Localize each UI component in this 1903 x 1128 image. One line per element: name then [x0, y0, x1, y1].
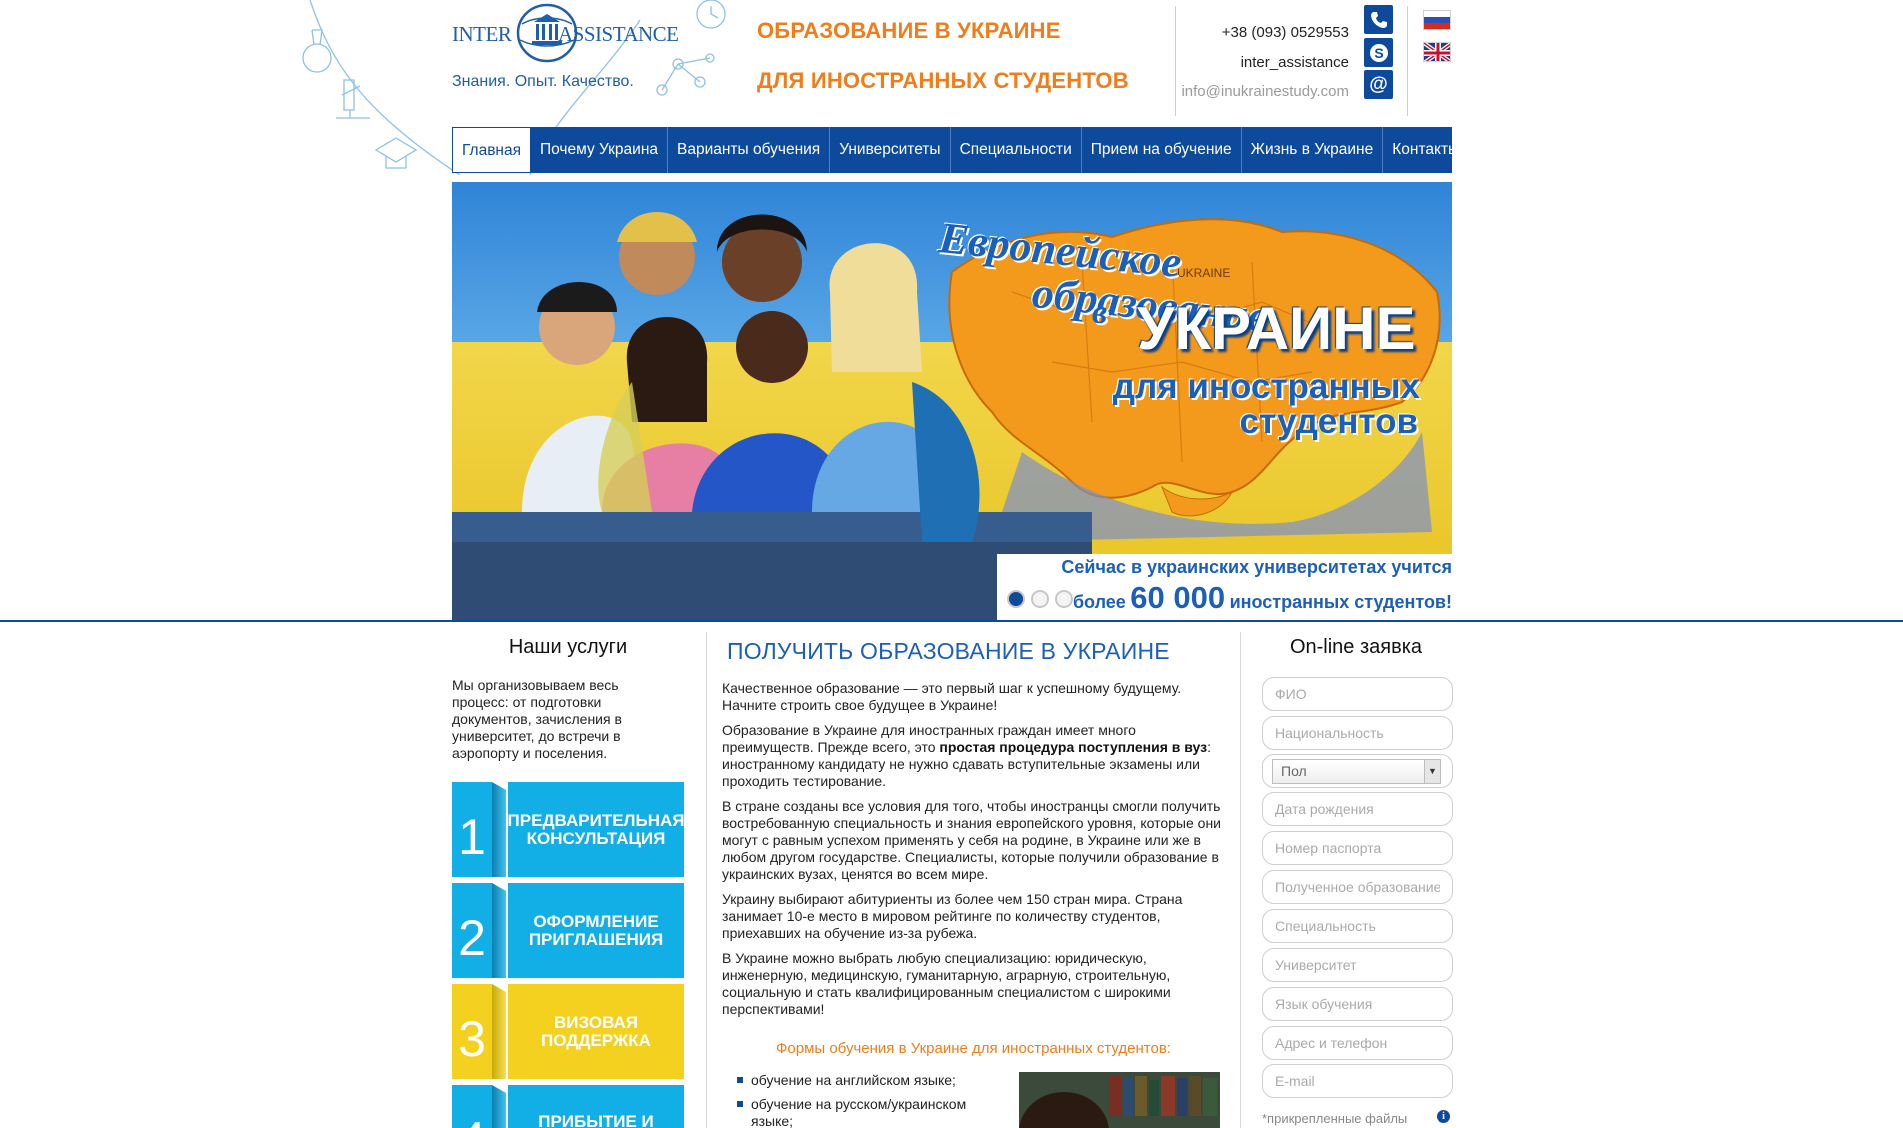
service-fold-corner [492, 782, 506, 790]
nav-item-universities[interactable]: Университеты [830, 127, 951, 173]
nav-item-study-options[interactable]: Варианты обучения [668, 127, 831, 173]
main-title: ПОЛУЧИТЬ ОБРАЗОВАНИЕ В УКРАИНЕ [727, 638, 1170, 664]
nationality-field[interactable] [1262, 716, 1453, 750]
article-paragraph: Украину выбирают абитуриенты из более че… [722, 891, 1183, 941]
svg-text:S: S [1374, 45, 1383, 61]
service-consultation[interactable]: 1 ПРЕДВАРИТЕЛЬНАЯ КОНСУЛЬТАЦИЯ [452, 782, 684, 877]
banner-title-in: в [1092, 294, 1108, 331]
address-phone-field[interactable] [1262, 1026, 1453, 1060]
email-address[interactable]: info@inukrainestudy.com [1181, 83, 1349, 100]
tagline: Знания. Опыт. Качество. [452, 73, 634, 90]
banner-caption-number: 60 000 [1130, 580, 1226, 615]
service-number: 2 [452, 883, 492, 978]
article-paragraph: Качественное образование — это первый ша… [722, 680, 1182, 713]
gender-select[interactable]: Пол ▼ [1262, 754, 1453, 788]
article-paragraph: Образование в Украине для иностранных гр… [722, 722, 1225, 790]
banner-caption-suffix: иностранных студентов! [1229, 592, 1452, 612]
logo-text-assistance: ASSISTANCE [558, 22, 679, 46]
gender-select-value: Пол ▼ [1272, 759, 1441, 784]
birth-date-field[interactable] [1262, 792, 1453, 826]
gender-selected-text: Пол [1281, 763, 1307, 779]
nav-item-specialties[interactable]: Специальности [951, 127, 1082, 173]
map-label: UKRAINE [1177, 266, 1230, 280]
header-divider [1407, 6, 1408, 116]
services-title: Наши услуги [508, 636, 628, 658]
hero-banner-slider[interactable]: UKRAINE Европейское образование в УКРАИН… [452, 182, 1452, 620]
study-forms-title: Формы обучения в Украине для иностранных… [776, 1040, 1171, 1057]
russian-flag[interactable] [1423, 10, 1451, 30]
article-paragraph: В стране созданы все условия для того, ч… [722, 798, 1221, 882]
application-form-title: On-line заявка [1289, 636, 1423, 658]
banner-title-for-foreign: для иностранных [1112, 367, 1420, 406]
main-article: Качественное образование — это первый ша… [722, 680, 1225, 1026]
phone-icon[interactable] [1364, 5, 1393, 34]
university-field[interactable] [1262, 948, 1453, 982]
banner-caption-line1: Сейчас в украинских университетах учится [1061, 557, 1452, 577]
service-label: ВИЗОВАЯ ПОДДЕРЖКА [508, 984, 684, 1079]
skype-icon[interactable]: S [1364, 38, 1393, 67]
site-logo[interactable]: INTER ASSISTANCE [450, 2, 679, 66]
email-field[interactable] [1262, 1064, 1453, 1098]
headline-line-2: ДЛЯ ИНОСТРАННЫХ СТУДЕНТОВ [757, 68, 1129, 93]
service-invitation[interactable]: 2 ОФОРМЛЕНИЕ ПРИГЛАШЕНИЯ [452, 883, 684, 978]
nav-item-admission[interactable]: Прием на обучение [1082, 127, 1242, 173]
study-language-field[interactable] [1262, 987, 1453, 1021]
service-number: 4 [452, 1085, 492, 1128]
slider-pagination [1007, 590, 1073, 608]
service-label: ПРЕДВАРИТЕЛЬНАЯ КОНСУЛЬТАЦИЯ [508, 782, 684, 877]
service-fold [492, 782, 506, 877]
specialty-field[interactable] [1262, 909, 1453, 943]
student-library-photo [1019, 1072, 1220, 1128]
nav-item-home[interactable]: Главная [452, 127, 531, 173]
banner-title-students: студентов [1239, 402, 1418, 441]
chevron-down-icon: ▼ [1424, 760, 1440, 783]
content-divider [0, 620, 1903, 622]
main-navigation: Главная Почему Украина Варианты обучения… [452, 127, 1459, 173]
list-item: обучение на русском/украинском языке; [735, 1096, 997, 1128]
article-paragraph: В Украине можно выбрать любую специализа… [722, 950, 1171, 1017]
service-number: 1 [452, 782, 492, 877]
phone-number[interactable]: +38 (093) 0529553 [1222, 24, 1349, 41]
nav-item-why-ukraine[interactable]: Почему Украина [531, 127, 669, 173]
service-fold-corner [492, 1085, 506, 1093]
email-icon[interactable]: @ [1364, 70, 1393, 99]
service-label: ОФОРМЛЕНИЕ ПРИГЛАШЕНИЯ [508, 883, 684, 978]
study-forms-list: обучение на английском языке; обучение н… [735, 1072, 997, 1128]
education-field[interactable] [1262, 870, 1453, 904]
column-divider [1240, 632, 1241, 1128]
banner-caption-line2: более 60 000 иностранных студентов! [1073, 580, 1452, 616]
service-arrival[interactable]: 4 ПРИБЫТИЕ И [452, 1085, 684, 1128]
slider-dot-3[interactable] [1055, 590, 1073, 608]
header-divider [1175, 6, 1176, 116]
nav-item-life-in-ukraine[interactable]: Жизнь в Украине [1242, 127, 1384, 173]
service-fold-corner [492, 984, 506, 992]
list-item: обучение на английском языке; [735, 1072, 997, 1089]
page: { "header": { "logo_inter": "INTER", "lo… [0, 0, 1903, 1128]
service-fold-corner [492, 883, 506, 891]
skype-login[interactable]: inter_assistance [1241, 54, 1349, 71]
logo-text-inter: INTER [452, 22, 512, 46]
uk-flag[interactable] [1423, 42, 1451, 62]
column-divider [706, 632, 707, 1128]
attached-files-label: *прикрепленные файлы [1262, 1111, 1408, 1126]
headline-line-1: ОБРАЗОВАНИЕ В УКРАИНЕ [757, 18, 1061, 43]
services-description: Мы организовываем весь процесс: от подго… [452, 677, 622, 761]
service-fold [492, 984, 506, 1079]
service-visa-support[interactable]: 3 ВИЗОВАЯ ПОДДЕРЖКА [452, 984, 684, 1079]
slider-dot-1[interactable] [1007, 590, 1025, 608]
slider-dot-2[interactable] [1031, 590, 1049, 608]
service-fold [492, 883, 506, 978]
service-label: ПРИБЫТИЕ И [508, 1085, 684, 1128]
info-icon[interactable]: i [1437, 1110, 1450, 1123]
banner-caption-prefix: более [1072, 592, 1126, 612]
article-bold-text: простая процедура поступления в вуз [939, 739, 1208, 755]
passport-number-field[interactable] [1262, 831, 1453, 865]
nav-item-contacts[interactable]: Контакты [1383, 127, 1468, 173]
service-number: 3 [452, 984, 492, 1079]
full-name-field[interactable] [1262, 677, 1453, 711]
banner-title-ukraine: УКРАИНЕ [1137, 295, 1416, 362]
